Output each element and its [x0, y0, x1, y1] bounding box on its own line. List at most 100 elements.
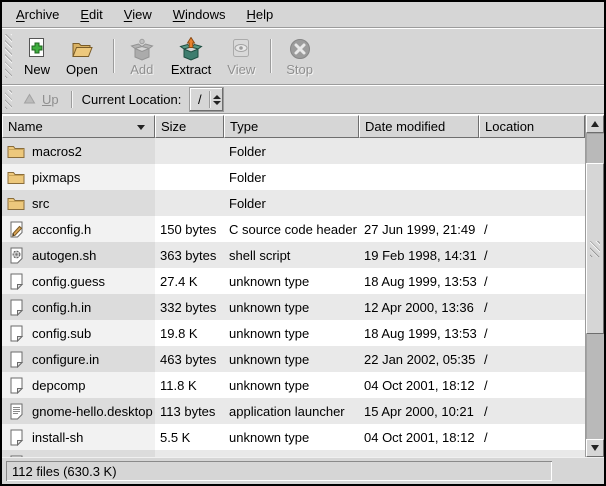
- menu-bar: ArchiveEdit ViewWindowsHelp: [2, 2, 604, 28]
- stop-button[interactable]: Stop: [278, 31, 321, 81]
- cell-name: install-sh: [2, 424, 155, 450]
- folder-icon: [7, 144, 25, 159]
- current-location-value: /: [190, 88, 209, 111]
- toolbar-button-label: Open: [66, 63, 98, 77]
- file-row-install-sh[interactable]: install-sh5.5 Kunknown type04 Oct 2001, …: [2, 424, 585, 450]
- file-row-gnome-hello.desktop[interactable]: gnome-hello.desktop113 bytesapplication …: [2, 398, 585, 424]
- cell-size: [155, 138, 224, 164]
- menu-edit[interactable]: Edit: [72, 4, 110, 25]
- column-header-date-modified[interactable]: Date modified: [359, 115, 479, 138]
- file-row-acconfig.h[interactable]: acconfig.h150 bytesC source code header2…: [2, 216, 585, 242]
- file-text-icon: [7, 403, 25, 420]
- cell-name: [2, 450, 155, 457]
- cell-size: 11.8 K: [155, 372, 224, 398]
- view-button[interactable]: View: [219, 31, 263, 81]
- cell-type: C source code header: [224, 216, 359, 242]
- cell-location: /: [479, 242, 585, 268]
- menu-view[interactable]: View: [116, 4, 160, 25]
- folder-icon: [7, 196, 25, 211]
- column-header-type[interactable]: Type: [224, 115, 359, 138]
- file-plain-icon: [7, 377, 25, 394]
- cell-date-modified: 27 Jun 1999, 21:49: [359, 216, 479, 242]
- open-button[interactable]: Open: [58, 31, 106, 81]
- cell-date-modified: 19 Feb 1998, 14:31: [359, 242, 479, 268]
- file-name: install-sh: [32, 430, 83, 445]
- cell-location: /: [479, 372, 585, 398]
- column-header-name[interactable]: Name: [2, 115, 155, 138]
- toolbar-button-label: View: [227, 63, 255, 77]
- vertical-scrollbar[interactable]: [585, 115, 604, 457]
- cell-location: /: [479, 320, 585, 346]
- cell-name: pixmaps: [2, 164, 155, 190]
- file-row-configure.in[interactable]: configure.in463 bytesunknown type22 Jan …: [2, 346, 585, 372]
- location-bar-grip-handle[interactable]: [5, 90, 12, 109]
- add-files-icon: [129, 36, 155, 62]
- file-row-autogen.sh[interactable]: autogen.sh363 bytesshell script19 Feb 19…: [2, 242, 585, 268]
- toolbar-button-label: New: [24, 63, 50, 77]
- file-script-icon: [7, 247, 25, 264]
- column-header-label: Name: [8, 119, 43, 134]
- cell-date-modified: [359, 450, 479, 457]
- scroll-down-icon: [591, 445, 599, 451]
- file-name: src: [32, 196, 49, 211]
- menu-help[interactable]: Help: [238, 4, 281, 25]
- toolbar-grip-handle[interactable]: [5, 34, 12, 78]
- scrollbar-thumb[interactable]: [586, 163, 604, 334]
- cell-size: [155, 450, 224, 457]
- toolbar-items: New Open AddExtract View Stop: [16, 31, 321, 81]
- scroll-up-button[interactable]: [586, 115, 604, 133]
- file-row-config.h.in[interactable]: config.h.in332 bytesunknown type12 Apr 2…: [2, 294, 585, 320]
- cell-date-modified: [359, 138, 479, 164]
- file-row-macros2[interactable]: macros2Folder: [2, 138, 585, 164]
- cell-size: 113 bytes: [155, 398, 224, 424]
- column-header-label: Type: [230, 119, 258, 134]
- cell-date-modified: [359, 164, 479, 190]
- file-row-depcomp[interactable]: depcomp11.8 Kunknown type04 Oct 2001, 18…: [2, 372, 585, 398]
- file-row-partial[interactable]: [2, 450, 585, 457]
- new-button[interactable]: New: [16, 31, 58, 81]
- cell-name: autogen.sh: [2, 242, 155, 268]
- cell-name: macros2: [2, 138, 155, 164]
- file-row-config.guess[interactable]: config.guess27.4 Kunknown type18 Aug 199…: [2, 268, 585, 294]
- file-list-area: Name Size Type Date modified Location macros…: [2, 114, 604, 457]
- current-location-label: Current Location:: [82, 92, 182, 107]
- file-plain-icon: [7, 273, 25, 290]
- add-button[interactable]: Add: [121, 31, 163, 81]
- extract-button[interactable]: Extract: [163, 31, 219, 81]
- cell-size: 27.4 K: [155, 268, 224, 294]
- cell-name: config.sub: [2, 320, 155, 346]
- cell-location: [479, 450, 585, 457]
- file-row-src[interactable]: srcFolder: [2, 190, 585, 216]
- toolbar-separator: [113, 39, 114, 73]
- file-list: macros2FolderpixmapsFoldersrcFolderaccon…: [2, 138, 585, 457]
- cell-type: unknown type: [224, 320, 359, 346]
- up-button[interactable]: Up: [16, 89, 65, 110]
- cell-type: shell script: [224, 242, 359, 268]
- cell-type: unknown type: [224, 424, 359, 450]
- cell-name: depcomp: [2, 372, 155, 398]
- scrollbar-thumb-grip: [590, 241, 600, 257]
- file-name: macros2: [32, 144, 82, 159]
- file-name: depcomp: [32, 378, 85, 393]
- cell-type: [224, 450, 359, 457]
- scrollbar-trough[interactable]: [586, 133, 604, 439]
- column-header-size[interactable]: Size: [155, 115, 224, 138]
- file-row-pixmaps[interactable]: pixmapsFolder: [2, 164, 585, 190]
- cell-location: /: [479, 268, 585, 294]
- current-location-dropdown[interactable]: /: [190, 88, 223, 111]
- scroll-up-icon: [591, 121, 599, 127]
- menu-windows[interactable]: Windows: [165, 4, 234, 25]
- scroll-down-button[interactable]: [586, 439, 604, 457]
- file-plain-icon: [7, 351, 25, 368]
- cell-date-modified: [359, 190, 479, 216]
- cell-location: /: [479, 398, 585, 424]
- cell-type: unknown type: [224, 294, 359, 320]
- cell-location: /: [479, 346, 585, 372]
- column-header-label: Location: [485, 119, 534, 134]
- file-row-config.sub[interactable]: config.sub19.8 Kunknown type18 Aug 1999,…: [2, 320, 585, 346]
- menu-archive[interactable]: Archive: [8, 4, 67, 25]
- column-header-location[interactable]: Location: [479, 115, 585, 138]
- status-bar: 112 files (630.3 K): [2, 457, 604, 484]
- file-name: config.h.in: [32, 300, 91, 315]
- cell-name: src: [2, 190, 155, 216]
